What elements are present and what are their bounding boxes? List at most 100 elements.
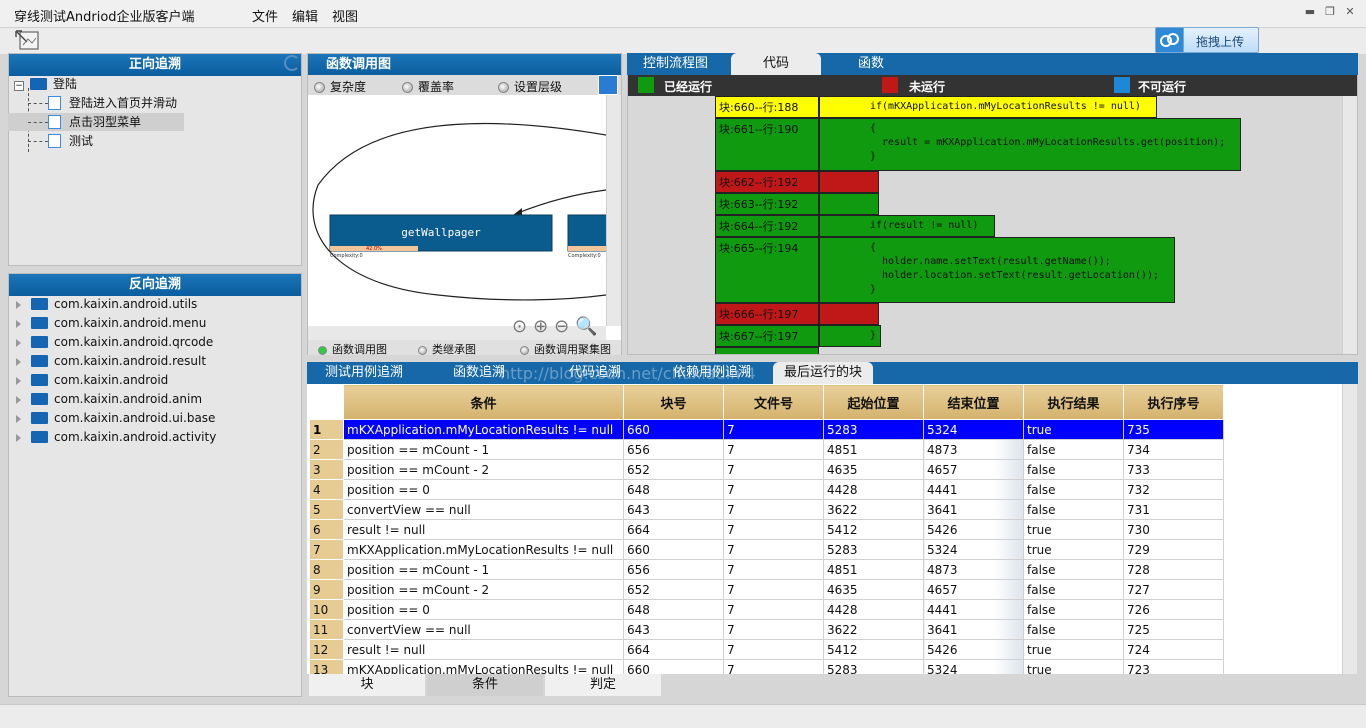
code-block-label[interactable]: 块:662--行:192 [715,171,819,193]
table-cell: 3622 [823,619,924,640]
tab-code[interactable]: 代码 [731,53,821,75]
code-block-source[interactable]: if(result != null) [819,215,995,237]
column-header[interactable]: 起始位置 [823,384,924,420]
expand-arrow-icon[interactable] [16,338,21,347]
tab-control-flow[interactable]: 控制流程图 [643,53,708,75]
call-graph-node-getwallpager[interactable]: getWallpager [330,226,552,239]
table-row[interactable]: 1 mKXApplication.mMyLocationResults != nu… [309,419,1224,440]
code-block-source[interactable]: { holder.name.setText(result.getName());… [819,237,1175,303]
table-cell: 4428 [823,479,924,500]
bottom-tab-condition[interactable]: 条件 [427,674,543,696]
table-cell: mKXApplication.mMyLocationResults != nul… [343,419,624,440]
table-row[interactable]: 6 result != null 664 7 5412 5426 true 730 [309,519,1224,540]
expand-arrow-icon[interactable] [16,357,21,366]
code-block-label[interactable]: 块:666--行:197 [715,303,819,325]
table-row[interactable]: 13 mKXApplication.mMyLocationResults != n… [309,659,1224,674]
column-header[interactable]: 条件 [343,384,624,420]
collapse-icon[interactable]: − [14,81,24,91]
column-header[interactable]: 执行结果 [1023,384,1124,420]
tab-functions[interactable]: 函数 [858,53,884,75]
reverse-package-item[interactable]: com.kaixin.android.ui.base [16,409,215,427]
reverse-package-item[interactable]: com.kaixin.android.utils [16,295,197,313]
table-cell: 733 [1123,459,1224,480]
expand-arrow-icon[interactable] [16,376,21,385]
reverse-package-item[interactable]: com.kaixin.android.result [16,352,206,370]
zoom-controls[interactable]: ⊙⊕⊖🔍 [512,316,612,338]
export-icon[interactable] [14,29,40,51]
table-row[interactable]: 9 position == mCount - 2 652 7 4635 4657 false… [309,579,1224,600]
drag-upload-button[interactable]: 拖拽上传 [1155,27,1259,53]
table-vscroll[interactable] [1342,384,1357,674]
column-header[interactable]: 文件号 [723,384,824,420]
table-row[interactable]: 4 position == 0 648 7 4428 4441 false 732 [309,479,1224,500]
tree-item-feather-menu[interactable]: 点击羽型菜单 [8,113,184,131]
table-row[interactable]: 8 position == mCount - 1 656 7 4851 4873 false… [309,559,1224,580]
column-header[interactable]: 执行序号 [1123,384,1224,420]
table-row[interactable]: 10 position == 0 648 7 4428 4441 false 726 [309,599,1224,620]
tab-last-run-blocks[interactable]: 最后运行的块 [773,362,873,384]
code-block-label[interactable]: 块:660--行:188 [715,96,819,118]
call-graph-canvas[interactable] [308,95,606,325]
expand-arrow-icon[interactable] [16,300,21,309]
code-block-source[interactable] [819,193,879,215]
menu-edit[interactable]: 编辑 [292,6,318,25]
watermark: http://blog.csdn.net/chuxiadin 4 [500,364,756,383]
column-header[interactable]: 块号 [623,384,724,420]
code-view-vscroll[interactable] [1342,96,1357,354]
option-set-level[interactable]: 设置层级 [498,78,562,95]
bottom-tab-decision[interactable]: 判定 [545,674,661,696]
code-block-source[interactable] [819,303,879,325]
table-cell: 656 [623,439,724,460]
column-header[interactable]: 结束位置 [923,384,1024,420]
table-row[interactable]: 7 mKXApplication.mMyLocationResults != nu… [309,539,1224,560]
tab-function-trace[interactable]: 函数追溯 [453,362,505,384]
code-block-source[interactable]: } [819,325,881,347]
code-block-source[interactable]: { result = mKXApplication.mMyLocationRes… [819,118,1241,171]
menu-file[interactable]: 文件 [252,6,278,25]
code-block-label[interactable]: 块:663--行:192 [715,193,819,215]
code-block-label[interactable]: 块:664--行:192 [715,215,819,237]
fit-view-icon[interactable] [598,75,618,95]
call-graph-vscroll[interactable] [606,95,621,326]
expand-arrow-icon[interactable] [16,319,21,328]
restore-icon[interactable]: ❐ [1322,4,1338,20]
tree-root-login[interactable]: − 登陆 [14,75,77,93]
refresh-icon[interactable] [284,55,300,71]
view-tab-call-graph[interactable]: 函数调用图 [318,341,387,357]
expand-arrow-icon[interactable] [16,433,21,442]
code-block-source[interactable]: if(mKXApplication.mMyLocationResults != … [819,96,1157,118]
tab-testcase-trace[interactable]: 测试用例追溯 [325,362,403,384]
table-row[interactable]: 2 position == mCount - 1 656 7 4851 4873 false… [309,439,1224,460]
expand-arrow-icon[interactable] [16,414,21,423]
expand-arrow-icon[interactable] [16,395,21,404]
tree-item-test[interactable]: 测试 [28,132,93,150]
option-coverage[interactable]: 覆盖率 [402,78,454,95]
minimize-icon[interactable]: ▬ [1302,4,1318,20]
bottom-tab-block[interactable]: 块 [309,674,425,696]
reverse-package-item[interactable]: com.kaixin.android.menu [16,314,206,332]
menu-view[interactable]: 视图 [332,6,358,25]
view-tab-call-cluster[interactable]: 函数调用聚集图 [520,341,611,357]
code-block-label[interactable]: 块:665--行:194 [715,237,819,303]
close-icon[interactable]: ✕ [1342,4,1358,20]
table-row[interactable]: 5 convertView == null 643 7 3622 3641 false 731 [309,499,1224,520]
table-cell: 4873 [923,439,1024,460]
reverse-package-item[interactable]: com.kaixin.android.activity [16,428,216,446]
table-row[interactable]: 12 result != null 664 7 5412 5426 true 724 [309,639,1224,660]
table-cell: 3641 [923,619,1024,640]
view-tab-class-inherit[interactable]: 类继承图 [418,341,476,357]
table-row[interactable]: 11 convertView == null 643 7 3622 3641 false 72… [309,619,1224,640]
code-block-source[interactable] [819,171,879,193]
reverse-package-item[interactable]: com.kaixin.android.anim [16,390,202,408]
tree-item-login-home-scroll[interactable]: 登陆进入首页并滑动 [28,94,184,112]
code-block-label[interactable]: 块:667--行:197 [715,325,819,347]
table-cell: mKXApplication.mMyLocationResults != nul… [343,659,624,674]
reverse-package-item[interactable]: com.kaixin.android.qrcode [16,333,213,351]
table-row[interactable]: 3 position == mCount - 2 652 7 4635 4657 false… [309,459,1224,480]
table-cell: 7 [723,439,824,460]
code-block-label[interactable]: 块:661--行:190 [715,118,819,171]
reverse-package-item[interactable]: com.kaixin.android [16,371,168,389]
option-complexity[interactable]: 复杂度 [314,78,366,95]
table-cell: 732 [1123,479,1224,500]
table-cell: 4657 [923,579,1024,600]
